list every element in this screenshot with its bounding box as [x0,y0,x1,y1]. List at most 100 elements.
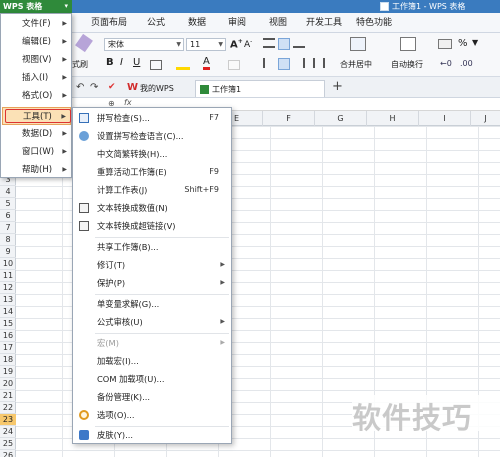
row-header[interactable]: 22 [0,402,16,414]
submenu-skin[interactable]: 皮肤(Y)... [74,426,231,444]
tab-special-features[interactable]: 特色功能 [356,13,392,33]
redo-icon[interactable]: ↷ [90,82,98,93]
justify-icon[interactable] [313,58,325,68]
submenu-add-ins[interactable]: 加载宏(I)... [74,352,231,370]
bold-icon[interactable]: B [106,57,114,68]
font-name-select[interactable]: 宋体 ▼ [104,38,184,51]
wrap-text-button[interactable]: 自动换行 [391,59,423,70]
border-icon[interactable] [150,60,162,70]
row-header[interactable]: 14 [0,306,16,318]
tab-data[interactable]: 数据 [188,13,206,33]
shrink-font-icon[interactable]: A- [244,38,252,50]
clear-format-icon[interactable] [228,60,240,70]
font-color-icon[interactable]: A [203,57,210,70]
tab-review[interactable]: 审阅 [228,13,246,33]
format-painter-label[interactable]: 式刷 [72,59,88,70]
column-header[interactable]: F [262,111,314,126]
merge-center-icon[interactable] [350,37,366,51]
italic-icon[interactable]: I [120,57,123,68]
submenu-revisions[interactable]: 修订(T) ▶ [74,256,231,274]
row-header[interactable]: 7 [0,222,16,234]
submenu-protection[interactable]: 保护(P) ▶ [74,274,231,292]
submenu-label: 皮肤(Y)... [97,430,134,440]
row-header[interactable]: 19 [0,366,16,378]
percent-style-button[interactable]: % [458,38,468,49]
submenu-spell-language[interactable]: 设置拼写检查语言(C)... [74,127,231,145]
row-header[interactable]: 12 [0,282,16,294]
decrease-decimal-icon[interactable]: .00 [460,59,473,68]
row-header[interactable]: 17 [0,342,16,354]
menu-item-window[interactable]: 窗口(W) ▶ [2,143,71,161]
row-header[interactable]: 25 [0,438,16,450]
wps-menu-button[interactable]: WPS 表格 ▾ [0,0,72,13]
font-size-select[interactable]: 11 ▼ [186,38,226,51]
align-left-icon[interactable] [263,58,275,68]
pin-icon[interactable]: ✔ [108,82,116,92]
tab-developer[interactable]: 开发工具 [306,13,342,33]
row-header[interactable]: 18 [0,354,16,366]
submenu-backup-management[interactable]: 备份管理(K)... [74,388,231,406]
menu-item-help[interactable]: 帮助(H) ▶ [2,161,71,179]
align-middle-icon[interactable] [278,38,290,50]
tab-workbook[interactable]: 工作簿1 [195,80,325,97]
undo-icon[interactable]: ↶ [76,82,84,93]
align-top-icon[interactable] [263,38,275,48]
row-header[interactable]: 11 [0,270,16,282]
row-header[interactable]: 10 [0,258,16,270]
column-header[interactable]: G [314,111,366,126]
function-icon[interactable]: fx [124,98,132,107]
underline-icon[interactable]: U [133,57,140,68]
menu-item-edit[interactable]: 编辑(E) ▶ [2,33,71,51]
merge-center-button[interactable]: 合并居中 [340,59,372,70]
submenu-options[interactable]: 选项(O)... [74,406,231,424]
row-header[interactable]: 16 [0,330,16,342]
submenu-calculate-sheet[interactable]: 计算工作表(J) Shift+F9 [74,181,231,199]
tab-my-wps[interactable]: W 我的WPS [124,80,192,97]
submenu-recalculate-workbook[interactable]: 重算活动工作簿(E) F9 [74,163,231,181]
watermark-text: 软件技巧 [352,395,500,435]
submenu-text-to-number[interactable]: 文本转换成数值(N) [74,199,231,217]
row-header[interactable]: 4 [0,186,16,198]
submenu-chinese-conversion[interactable]: 中文简繁转换(H)... [74,145,231,163]
submenu-goal-seek[interactable]: 单变量求解(G)... [74,295,231,313]
row-header[interactable]: 26 [0,450,16,457]
row-header[interactable]: 6 [0,210,16,222]
menu-item-insert[interactable]: 插入(I) ▶ [2,69,71,87]
row-header-selected[interactable]: 23 [0,414,16,426]
menu-item-data[interactable]: 数据(D) ▶ [2,125,71,143]
submenu-text-to-hyperlink[interactable]: 文本转换成超链接(V) [74,217,231,235]
row-header[interactable]: 13 [0,294,16,306]
column-header[interactable]: H [366,111,418,126]
new-tab-button[interactable]: + [332,79,343,94]
chevron-down-icon[interactable]: ▼ [472,38,478,47]
number-format-icon[interactable] [438,39,452,49]
increase-decimal-icon[interactable]: ←0 [440,59,452,68]
submenu-spell-check[interactable]: 拼写检查(S)... F7 [74,109,231,127]
row-header[interactable]: 15 [0,318,16,330]
menu-item-format[interactable]: 格式(O) ▶ [2,87,71,105]
column-header[interactable]: J [470,111,500,126]
align-bottom-icon[interactable] [293,38,305,48]
menu-item-tools[interactable]: 工具(T) ▶ [2,107,71,125]
grow-font-icon[interactable]: A+ [230,38,243,50]
row-header[interactable]: 24 [0,426,16,438]
tab-view[interactable]: 视图 [269,13,287,33]
tab-page-layout[interactable]: 页面布局 [91,13,127,33]
submenu-com-add-ins[interactable]: COM 加载项(U)... [74,370,231,388]
row-header[interactable]: 21 [0,390,16,402]
submenu-share-workbook[interactable]: 共享工作簿(B)... [74,238,231,256]
fill-color-icon[interactable] [176,60,190,70]
column-header[interactable]: I [418,111,470,126]
tools-submenu: 拼写检查(S)... F7 设置拼写检查语言(C)... 中文简繁转换(H)..… [72,107,232,444]
menu-item-file[interactable]: 文件(F) ▶ [2,15,71,33]
row-header[interactable]: 8 [0,234,16,246]
row-header[interactable]: 5 [0,198,16,210]
wrap-text-icon[interactable] [400,37,416,51]
menu-item-view[interactable]: 视图(V) ▶ [2,51,71,69]
align-right-icon[interactable] [293,58,305,68]
align-center-icon[interactable] [278,58,290,70]
tab-formulas[interactable]: 公式 [147,13,165,33]
row-header[interactable]: 9 [0,246,16,258]
row-header[interactable]: 20 [0,378,16,390]
submenu-formula-auditing[interactable]: 公式审核(U) ▶ [74,313,231,331]
